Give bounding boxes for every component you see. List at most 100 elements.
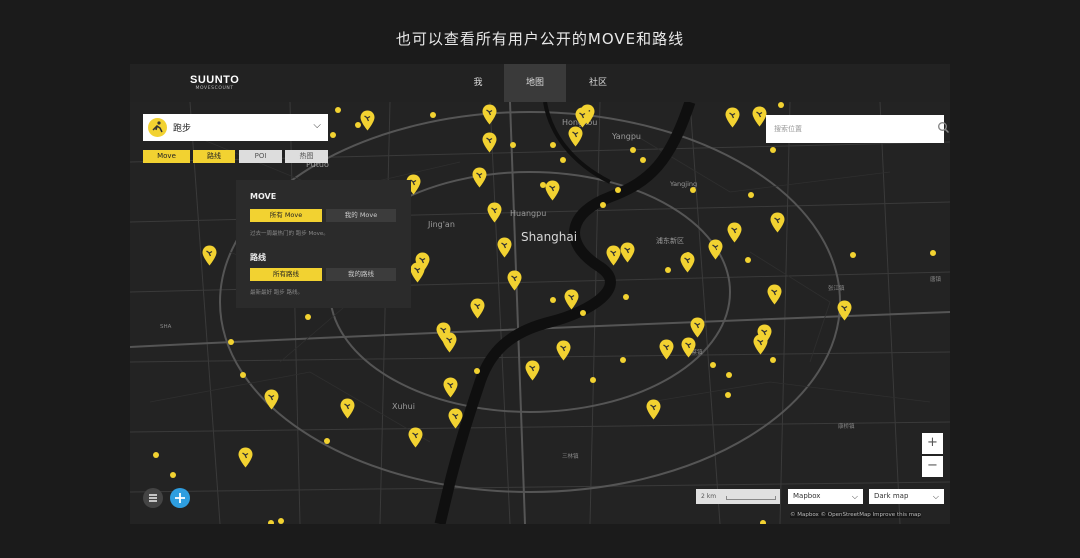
move-marker-pin[interactable] (556, 340, 571, 361)
map-layer-select[interactable]: Dark map ⌵ (869, 489, 944, 504)
map-style-select[interactable]: Mapbox ⌵ (788, 489, 863, 504)
poi-dot[interactable] (580, 310, 586, 316)
poi-dot[interactable] (930, 250, 936, 256)
my-routes-button[interactable]: 我的路线 (326, 268, 396, 281)
poi-dot[interactable] (685, 252, 691, 258)
poi-dot[interactable] (620, 357, 626, 363)
move-marker-pin[interactable] (443, 377, 458, 398)
add-button[interactable] (170, 488, 190, 508)
zoom-out-button[interactable]: − (922, 456, 943, 477)
move-marker-pin[interactable] (646, 399, 661, 420)
poi-dot[interactable] (710, 362, 716, 368)
move-marker-pin[interactable] (767, 284, 782, 305)
poi-dot[interactable] (770, 357, 776, 363)
filter-route-button[interactable]: 路线 (193, 150, 235, 163)
poi-dot[interactable] (540, 182, 546, 188)
move-marker-pin[interactable] (575, 107, 590, 128)
all-routes-button[interactable]: 所有路线 (250, 268, 322, 281)
move-marker-pin[interactable] (752, 106, 767, 127)
poi-dot[interactable] (745, 257, 751, 263)
move-marker-pin[interactable] (264, 389, 279, 410)
poi-dot[interactable] (268, 520, 274, 524)
poi-dot[interactable] (748, 192, 754, 198)
move-marker-pin[interactable] (564, 289, 579, 310)
poi-dot[interactable] (510, 142, 516, 148)
move-marker-pin[interactable] (482, 132, 497, 153)
poi-dot[interactable] (760, 520, 766, 524)
poi-dot[interactable] (725, 392, 731, 398)
poi-dot[interactable] (330, 132, 336, 138)
poi-dot[interactable] (710, 247, 716, 253)
move-marker-pin[interactable] (448, 408, 463, 429)
filter-heatmap-button[interactable]: 热图 (285, 150, 328, 163)
move-marker-pin[interactable] (681, 337, 696, 358)
tab-map[interactable]: 地图 (504, 64, 566, 102)
poi-dot[interactable] (600, 202, 606, 208)
poi-dot[interactable] (726, 372, 732, 378)
suunto-logo[interactable]: SUUNTO MOVESCOUNT (190, 75, 239, 92)
move-marker-pin[interactable] (659, 339, 674, 360)
poi-dot[interactable] (615, 187, 621, 193)
poi-dot[interactable] (324, 438, 330, 444)
poi-dot[interactable] (305, 314, 311, 320)
move-marker-pin[interactable] (408, 427, 423, 448)
move-marker-pin[interactable] (410, 262, 425, 283)
move-marker-pin[interactable] (340, 398, 355, 419)
poi-dot[interactable] (665, 267, 671, 273)
poi-dot[interactable] (278, 518, 284, 524)
poi-dot[interactable] (355, 122, 361, 128)
move-marker-pin[interactable] (470, 298, 485, 319)
poi-dot[interactable] (228, 339, 234, 345)
poi-dot[interactable] (474, 368, 480, 374)
map-canvas[interactable]: Shanghai Putuo Hongkou Yangpu Jing'an Hu… (130, 102, 950, 524)
move-marker-pin[interactable] (525, 360, 540, 381)
poi-dot[interactable] (240, 372, 246, 378)
zoom-in-button[interactable]: + (922, 433, 943, 454)
move-marker-pin[interactable] (202, 245, 217, 266)
move-marker-pin[interactable] (620, 242, 635, 263)
poi-dot[interactable] (153, 452, 159, 458)
move-marker-pin[interactable] (568, 126, 583, 147)
tab-me[interactable]: 我 (458, 64, 498, 102)
poi-dot[interactable] (630, 147, 636, 153)
poi-dot[interactable] (640, 157, 646, 163)
move-marker-pin[interactable] (482, 104, 497, 125)
move-marker-pin[interactable] (770, 212, 785, 233)
poi-dot[interactable] (590, 377, 596, 383)
menu-button[interactable] (143, 488, 163, 508)
poi-dot[interactable] (770, 147, 776, 153)
poi-dot[interactable] (550, 142, 556, 148)
my-moves-button[interactable]: 我的 Move (326, 209, 396, 222)
tab-community[interactable]: 社区 (578, 64, 618, 102)
move-marker-pin[interactable] (606, 245, 621, 266)
move-marker-pin[interactable] (360, 110, 375, 131)
move-marker-pin[interactable] (487, 202, 502, 223)
move-marker-pin[interactable] (497, 237, 512, 258)
poi-dot[interactable] (335, 107, 341, 113)
all-moves-button[interactable]: 所有 Move (250, 209, 322, 222)
move-marker-pin[interactable] (753, 334, 768, 355)
location-search[interactable]: 搜索位置 (766, 115, 950, 143)
search-input[interactable]: 搜索位置 (774, 124, 802, 134)
move-marker-pin[interactable] (472, 167, 487, 188)
poi-dot[interactable] (170, 472, 176, 478)
poi-dot[interactable] (623, 294, 629, 300)
filter-move-button[interactable]: Move (143, 150, 190, 163)
filter-poi-button[interactable]: POI (239, 150, 282, 163)
move-marker-pin[interactable] (442, 332, 457, 353)
map-attribution[interactable]: © Mapbox © OpenStreetMap Improve this ma… (790, 512, 921, 518)
move-marker-pin[interactable] (837, 300, 852, 321)
poi-dot[interactable] (850, 252, 856, 258)
activity-select[interactable]: 跑步 ⌵ (143, 114, 328, 141)
move-marker-pin[interactable] (727, 222, 742, 243)
poi-dot[interactable] (560, 157, 566, 163)
poi-dot[interactable] (778, 102, 784, 108)
move-marker-pin[interactable] (545, 180, 560, 201)
poi-dot[interactable] (430, 112, 436, 118)
move-marker-pin[interactable] (690, 317, 705, 338)
poi-dot[interactable] (550, 297, 556, 303)
move-marker-pin[interactable] (725, 107, 740, 128)
move-marker-pin[interactable] (238, 447, 253, 468)
poi-dot[interactable] (690, 187, 696, 193)
move-marker-pin[interactable] (507, 270, 522, 291)
